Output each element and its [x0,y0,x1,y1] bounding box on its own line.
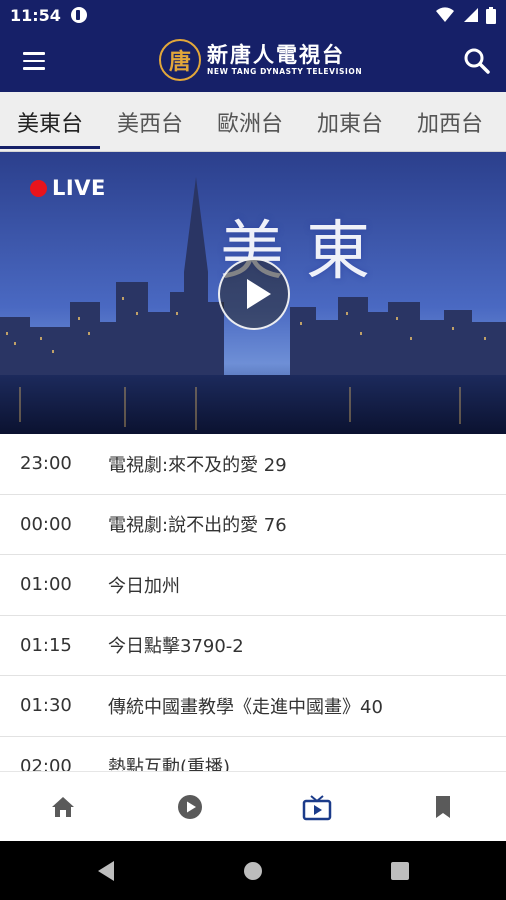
schedule-row[interactable]: 01:30 傳統中國畫教學《走進中國畫》40 [0,676,506,737]
tab-label: 歐洲台 [216,112,283,137]
tab-label: 加東台 [316,112,383,137]
home-circle-icon [244,862,262,880]
battery-icon [486,6,496,24]
active-tab-indicator [0,146,100,149]
system-back-button[interactable] [92,857,120,885]
schedule-row[interactable]: 00:00 電視劇:說不出的愛 76 [0,495,506,555]
ntd-logo: 唐 新唐人電視台 NEW TANG DYNASTY TELEVISION [159,39,362,81]
status-icons [436,6,496,24]
play-button[interactable] [218,258,290,330]
notification-app-icon [70,7,87,23]
nav-bookmarks[interactable] [403,772,483,842]
system-home-button[interactable] [239,857,267,885]
schedule-program: 電視劇:說不出的愛 76 [108,515,287,537]
system-navigation-bar [0,841,506,900]
schedule-program: 今日點擊3790-2 [108,636,244,658]
live-tv-icon [302,795,332,821]
tab-canada-east[interactable]: 加東台 [300,92,400,151]
tab-label: 美東台 [16,112,83,137]
tab-us-east[interactable]: 美東台 [0,92,100,151]
status-bar: 11:54 [0,0,506,30]
nav-home[interactable] [23,772,103,842]
logo-chinese-name: 新唐人電視台 [207,42,345,67]
live-dot-icon [30,179,47,197]
bookmark-icon [436,796,450,818]
app-bar: 唐 新唐人電視台 NEW TANG DYNASTY TELEVISION [0,30,506,92]
schedule-time: 01:15 [20,634,72,656]
logo-text: 新唐人電視台 NEW TANG DYNASTY TELEVISION [207,43,362,77]
live-badge: LIVE [30,176,106,200]
tab-us-west[interactable]: 美西台 [100,92,200,151]
nav-live-tv[interactable] [277,772,357,842]
play-circle-icon [178,795,202,819]
schedule-program: 傳統中國畫教學《走進中國畫》40 [108,696,383,718]
search-icon[interactable] [460,44,494,78]
schedule-time: 23:00 [20,453,72,475]
live-label: LIVE [52,176,106,200]
channel-tabs: 美東台 美西台 歐洲台 加東台 加西台 [0,92,506,152]
tab-label: 加西台 [416,112,483,137]
menu-button[interactable] [16,47,52,75]
nav-videos[interactable] [150,772,230,842]
schedule-time: 02:00 [20,755,72,771]
schedule-program: 電視劇:來不及的愛 29 [108,454,287,476]
tab-canada-west[interactable]: 加西台 [400,92,500,151]
status-time: 11:54 [10,5,61,25]
schedule-program: 熱點互動(重播) [108,757,231,771]
bottom-navigation [0,771,506,841]
menu-icon-line [23,67,45,70]
schedule-row[interactable]: 23:00 電視劇:來不及的愛 29 [0,434,506,495]
menu-icon-line [23,59,45,63]
system-recents-button[interactable] [386,857,414,885]
wifi-icon [436,7,454,23]
schedule-row[interactable]: 02:00 熱點互動(重播) [0,737,506,771]
logo-english-name: NEW TANG DYNASTY TELEVISION [207,67,363,76]
cellular-signal-icon [464,8,478,22]
program-schedule-list: 23:00 電視劇:來不及的愛 29 00:00 電視劇:說不出的愛 76 01… [0,434,506,771]
recents-square-icon [391,862,409,880]
schedule-time: 01:30 [20,695,72,717]
schedule-time: 01:00 [20,574,72,596]
live-video-player[interactable]: LIVE 美東 [0,152,506,434]
home-icon [52,797,74,817]
schedule-row[interactable]: 01:15 今日點擊3790-2 [0,616,506,676]
schedule-program: 今日加州 [108,575,180,597]
schedule-row[interactable]: 01:00 今日加州 [0,555,506,616]
schedule-time: 00:00 [20,513,72,535]
tab-label: 美西台 [116,112,183,137]
back-triangle-icon [98,861,114,881]
logo-seal-icon: 唐 [159,39,201,81]
menu-icon-line [23,52,45,55]
tab-europe[interactable]: 歐洲台 [200,92,300,151]
